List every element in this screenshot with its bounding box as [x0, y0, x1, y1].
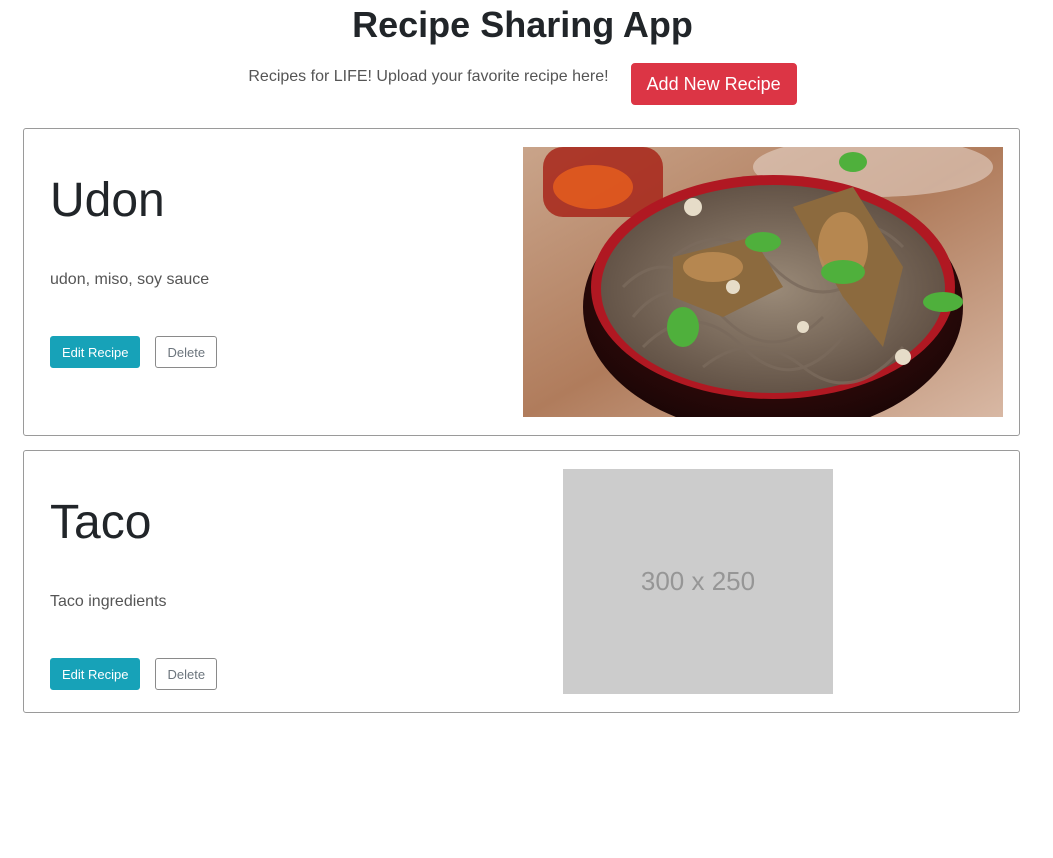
- header-bar: Recipes for LIFE! Upload your favorite r…: [0, 63, 1045, 105]
- placeholder-text: 300 x 250: [640, 566, 756, 596]
- recipe-card: Udon udon, miso, soy sauce Edit Recipe D…: [23, 128, 1020, 436]
- recipe-ingredients: udon, miso, soy sauce: [50, 271, 210, 288]
- add-new-recipe-button[interactable]: Add New Recipe: [630, 63, 797, 105]
- recipe-name: Udon: [50, 174, 165, 227]
- recipe-name: Taco: [50, 496, 152, 549]
- recipe-ingredients: Taco ingredients: [50, 593, 167, 610]
- recipe-actions: Edit Recipe Delete: [50, 658, 218, 690]
- noodle-bowl-photo: [523, 147, 1003, 417]
- recipe-image: [523, 147, 1003, 417]
- edit-recipe-button[interactable]: Edit Recipe: [50, 658, 141, 690]
- page-title: Recipe Sharing App: [352, 4, 693, 45]
- delete-recipe-button[interactable]: Delete: [155, 336, 218, 368]
- edit-recipe-button[interactable]: Edit Recipe: [50, 336, 141, 368]
- recipe-image-placeholder: 300 x 250: [563, 469, 833, 694]
- delete-recipe-button[interactable]: Delete: [155, 658, 218, 690]
- recipe-actions: Edit Recipe Delete: [50, 336, 218, 368]
- recipe-card: Taco Taco ingredients Edit Recipe Delete…: [23, 450, 1020, 713]
- tagline: Recipes for LIFE! Upload your favorite r…: [248, 68, 609, 85]
